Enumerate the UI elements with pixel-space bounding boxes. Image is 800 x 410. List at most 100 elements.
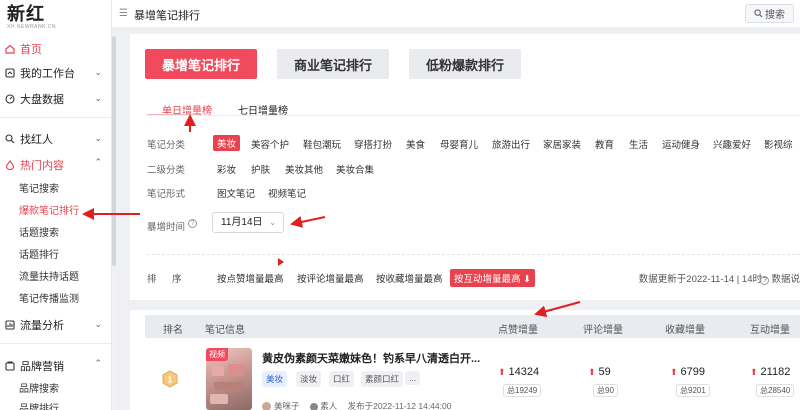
scrollbar-thumb[interactable] [112, 36, 116, 266]
avatar[interactable] [262, 402, 271, 410]
video-badge: 视频 [206, 348, 228, 361]
sidebar-item-hot-content[interactable]: 热门内容 ⌃ [0, 154, 111, 176]
sort-label-2: 序 [172, 274, 182, 285]
filter-panel: 暴增笔记排行 商业笔记排行 低粉爆款排行 单日增量榜 七日增量榜 笔记分类 美妆… [130, 34, 800, 300]
category-option[interactable]: 母婴育儿 [440, 137, 478, 151]
note-thumbnail[interactable]: 视频 [206, 348, 252, 410]
likes-total: 总19249 [503, 384, 542, 397]
subcategory-option[interactable]: 护肤 [251, 162, 270, 176]
category-option[interactable]: 教育 [595, 137, 614, 151]
section-divider [147, 254, 800, 255]
sort-by-comments[interactable]: 按评论增量最高 [297, 271, 364, 285]
help-icon[interactable]: ? [188, 219, 197, 228]
arrow-up-icon: ⬆ [498, 367, 506, 377]
sidebar-item-find-kol[interactable]: 找红人 ⌄ [0, 128, 111, 150]
sidebar-item-traffic[interactable]: 流量分析 ⌄ [0, 314, 111, 336]
sidebar: 新红 XH.NEWRANK.CN 首页 我的工作台 ⌄ 大盘数据 ⌄ 找红人 ⌄… [0, 0, 112, 410]
sidebar-item-brand-marketing[interactable]: 品牌营销 ⌃ [0, 355, 111, 377]
sidebar-divider [0, 343, 111, 344]
interactions-increment-value: 21182 [760, 366, 791, 378]
sidebar-subitem-note-monitor[interactable]: 笔记传播监测 [19, 292, 79, 308]
tab-commercial-notes[interactable]: 商业笔记排行 [277, 49, 389, 79]
sidebar-subitem-traffic-topics[interactable]: 流量扶持话题 [19, 270, 79, 286]
menu-collapse-icon[interactable]: ☰ [119, 8, 128, 19]
format-option[interactable]: 图文笔记 [217, 186, 255, 200]
author-type: 素人 [320, 401, 338, 410]
note-tag[interactable]: 美妆 [262, 371, 288, 387]
category-option[interactable]: 影视综 [764, 137, 793, 151]
ranking-table: 排名 笔记信息 点赞增量 评论增量 收藏增量 互动增量 1 视频 黄皮伪素颜天菜… [130, 310, 800, 410]
category-option[interactable]: 生活 [629, 137, 648, 151]
interactions-increment: ⬆ 21182 [750, 366, 790, 378]
help-icon: ? [760, 276, 770, 285]
comments-increment-value: 59 [598, 366, 611, 378]
note-title[interactable]: 黄皮伪素颜天菜嫩妹色！钓系早八清透白开... [262, 350, 480, 366]
sidebar-subitem-topic-rank[interactable]: 话题排行 [19, 248, 59, 264]
sidebar-scrollbar[interactable] [112, 36, 116, 410]
category-option[interactable]: 美妆 [213, 135, 241, 151]
table-header: 排名 笔记信息 点赞增量 评论增量 收藏增量 互动增量 [145, 315, 800, 338]
chevron-up-icon: ⌃ [94, 358, 102, 368]
category-option[interactable]: 美食 [406, 137, 425, 151]
data-description-link[interactable]: ? 数据说 [760, 271, 800, 285]
publish-time: 发布于2022-11-12 14:44:00 [347, 401, 452, 410]
search-button[interactable]: 搜索 [745, 4, 794, 23]
sidebar-subitem-topic-search[interactable]: 话题搜索 [19, 226, 59, 242]
author-name[interactable]: 美咪子 [274, 401, 300, 410]
tab-viral-notes[interactable]: 暴增笔记排行 [145, 49, 257, 79]
sidebar-item-label: 流量分析 [20, 320, 64, 332]
chevron-down-icon: ⌄ [94, 319, 102, 329]
sort-by-collects[interactable]: 按收藏增量最高 [376, 271, 443, 285]
sidebar-divider [0, 117, 111, 118]
category-option[interactable]: 家居家装 [543, 137, 581, 151]
arrow-up-icon: ⬆ [588, 367, 596, 377]
tab-low-fan-viral[interactable]: 低粉爆款排行 [409, 49, 521, 79]
home-icon [5, 44, 15, 54]
note-tag-more[interactable]: ... [405, 371, 421, 385]
rank-medal-icon: 1 [162, 370, 178, 388]
sidebar-item-label: 找红人 [20, 134, 53, 146]
author-info: 美咪子 素人 发布于2022-11-12 14:44:00 [262, 400, 451, 410]
logo[interactable]: 新红 XH.NEWRANK.CN [7, 4, 56, 30]
format-option[interactable]: 视频笔记 [268, 186, 306, 200]
sidebar-subitem-brand-search[interactable]: 品牌搜索 [19, 382, 59, 398]
sidebar-item-workbench[interactable]: 我的工作台 ⌄ [0, 62, 111, 84]
subcategory-option[interactable]: 美妆其他 [285, 162, 323, 176]
arrow-up-icon: ⬆ [670, 367, 678, 377]
category-option[interactable]: 穿搭打扮 [354, 137, 392, 151]
sidebar-item-market[interactable]: 大盘数据 ⌄ [0, 88, 111, 110]
sort-by-likes[interactable]: 按点赞增量最高 [217, 271, 284, 285]
note-tag[interactable]: 淡妆 [296, 371, 322, 387]
column-header-likes[interactable]: 点赞增量 [498, 321, 538, 336]
author-type-icon [309, 402, 318, 410]
subcategory-option[interactable]: 美妆合集 [336, 162, 374, 176]
column-header-interactions[interactable]: 互动增量 [750, 321, 790, 336]
sidebar-item-label: 品牌营销 [20, 361, 64, 373]
logo-subtext: XH.NEWRANK.CN [7, 24, 57, 30]
column-header-collects[interactable]: 收藏增量 [665, 321, 705, 336]
category-option[interactable]: 旅游出行 [492, 137, 530, 151]
sort-by-interactions[interactable]: 按互动增量最高 ⬇ [450, 269, 536, 287]
subtab-active-underline [147, 114, 199, 115]
workbench-icon [5, 68, 15, 78]
sidebar-subitem-note-search[interactable]: 笔记搜索 [19, 182, 59, 198]
brand-icon [5, 361, 15, 371]
date-select[interactable]: 11月14日 ⌄ [212, 212, 284, 233]
sidebar-subitem-viral-notes[interactable]: 爆款笔记排行 [19, 204, 79, 220]
category-option[interactable]: 鞋包潮玩 [303, 137, 341, 151]
note-tag[interactable]: 口红 [329, 371, 355, 387]
interactions-total: 总28540 [756, 384, 795, 397]
sidebar-subitem-brand-rank[interactable]: 品牌排行 [19, 402, 59, 410]
comments-increment: ⬆ 59 [588, 366, 611, 378]
chevron-down-icon: ⌄ [269, 218, 276, 227]
category-option[interactable]: 美容个护 [251, 137, 289, 151]
column-header-comments[interactable]: 评论增量 [583, 321, 623, 336]
subcategory-option[interactable]: 彩妆 [217, 162, 236, 176]
note-tag[interactable]: 素颜口红 [361, 371, 404, 387]
category-option[interactable]: 运动健身 [662, 137, 700, 151]
chevron-down-icon: ⌄ [94, 93, 102, 103]
data-description-label: 数据说 [771, 274, 800, 285]
category-option[interactable]: 兴趣爱好 [713, 137, 751, 151]
sidebar-item-home[interactable]: 首页 [0, 38, 111, 60]
likes-increment: ⬆ 14324 [498, 366, 539, 378]
